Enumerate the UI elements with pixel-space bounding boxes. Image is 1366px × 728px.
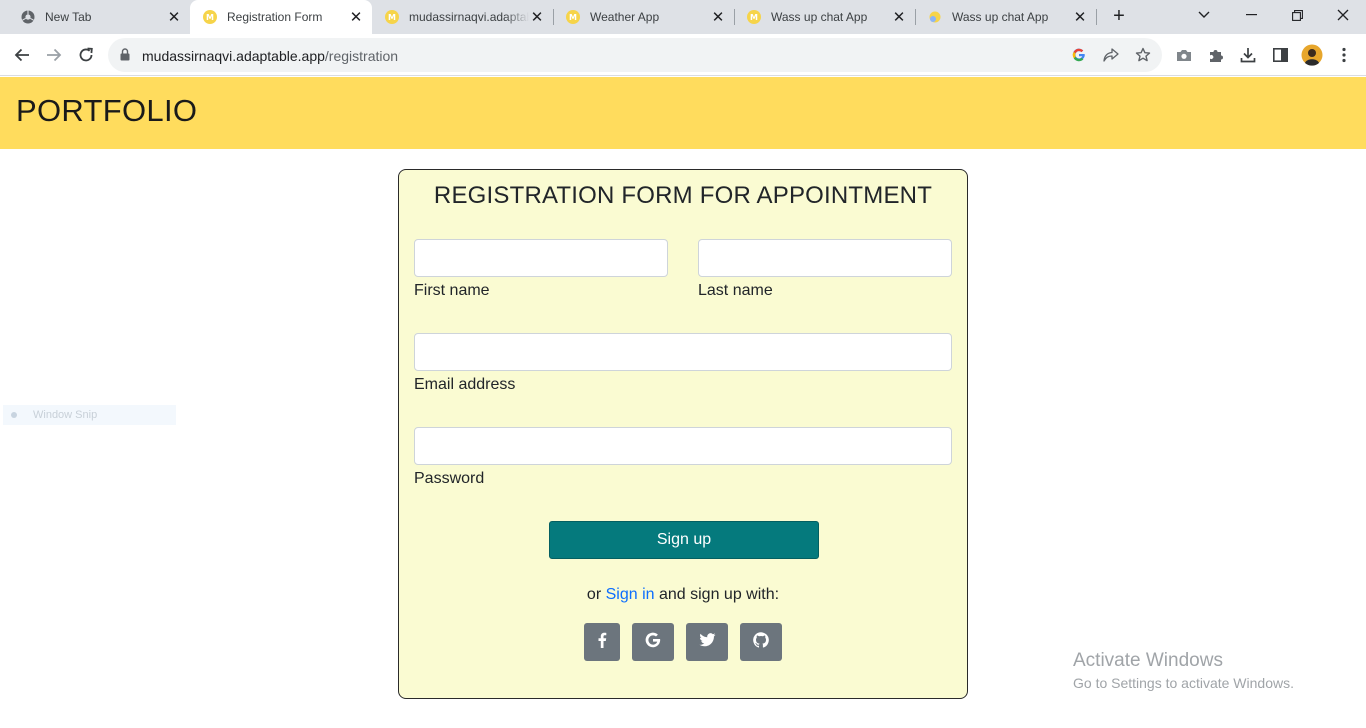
facebook-button[interactable]	[584, 623, 620, 661]
email-group: Email address	[414, 333, 952, 394]
share-icon[interactable]	[1103, 47, 1119, 63]
github-button[interactable]	[740, 623, 782, 661]
google-translate-g-icon[interactable]	[1071, 47, 1087, 63]
activate-subtitle: Go to Settings to activate Windows.	[1073, 675, 1294, 691]
minimize-icon[interactable]	[1228, 0, 1274, 30]
twitter-button[interactable]	[686, 623, 728, 661]
alt-suffix: and sign up with:	[658, 586, 780, 603]
tab-title: Registration Form	[227, 10, 323, 24]
alt-signin-text: or Sign in and sign up with:	[399, 586, 967, 604]
last-name-group: Last name	[698, 239, 952, 300]
camera-icon[interactable]	[1174, 45, 1194, 65]
activate-windows-watermark: Activate Windows Go to Settings to activ…	[1073, 650, 1294, 691]
tab-title: mudassirnaqvi.adaptable.app	[409, 10, 529, 24]
close-icon[interactable]: ✕	[348, 9, 364, 26]
tab-chat-app-2[interactable]: Wass up chat App ✕	[915, 0, 1096, 34]
google-icon	[645, 632, 661, 653]
last-name-input[interactable]	[698, 239, 952, 277]
password-label: Password	[414, 470, 485, 487]
chat-favicon-icon	[927, 9, 943, 25]
side-panel-icon[interactable]	[1270, 45, 1290, 65]
site-brand[interactable]: PORTFOLIO	[16, 93, 197, 129]
close-icon[interactable]: ✕	[166, 9, 182, 26]
sign-in-link[interactable]: Sign in	[606, 586, 655, 603]
email-label: Email address	[414, 376, 516, 393]
tab-search-chevron-icon[interactable]	[1181, 0, 1227, 30]
form-title: REGISTRATION FORM FOR APPOINTMENT	[433, 182, 933, 209]
close-icon[interactable]: ✕	[710, 9, 726, 26]
m-favicon-icon: M	[202, 9, 218, 25]
registration-card: REGISTRATION FORM FOR APPOINTMENT First …	[398, 169, 968, 699]
profile-avatar[interactable]	[1300, 43, 1324, 67]
download-icon[interactable]	[1238, 45, 1258, 65]
email-input[interactable]	[414, 333, 952, 371]
tab-title: Weather App	[590, 10, 660, 24]
tab-registration-form[interactable]: M Registration Form ✕	[190, 0, 372, 34]
browser-toolbar: mudassirnaqvi.adaptable.app/registration	[0, 34, 1366, 76]
m-favicon-icon: M	[746, 9, 762, 25]
password-input[interactable]	[414, 427, 952, 465]
forward-arrow-icon[interactable]	[40, 41, 68, 69]
google-button[interactable]	[632, 623, 674, 661]
last-name-label: Last name	[698, 282, 773, 299]
close-icon[interactable]: ✕	[529, 9, 545, 26]
menu-kebab-icon[interactable]	[1334, 45, 1354, 65]
tab-title: Wass up chat App	[952, 10, 1049, 24]
close-icon[interactable]: ✕	[1072, 9, 1088, 26]
first-name-input[interactable]	[414, 239, 668, 277]
bookmark-star-icon[interactable]	[1135, 47, 1151, 63]
tab-portfolio-site[interactable]: M mudassirnaqvi.adaptable.app ✕	[372, 0, 553, 34]
snip-icon	[11, 412, 17, 418]
tab-chat-app-1[interactable]: M Wass up chat App ✕	[734, 0, 915, 34]
tab-title: Wass up chat App	[771, 10, 868, 24]
tab-new-tab[interactable]: New Tab ✕	[8, 0, 190, 34]
chrome-icon	[20, 9, 36, 25]
alt-prefix: or	[586, 586, 602, 603]
window-snip-overlay: Window Snip	[3, 405, 176, 425]
password-group: Password	[414, 427, 952, 488]
facebook-icon	[597, 632, 607, 653]
address-bar[interactable]: mudassirnaqvi.adaptable.app/registration	[108, 38, 1162, 72]
tab-title: New Tab	[45, 10, 92, 24]
new-tab-plus-icon[interactable]: +	[1108, 6, 1130, 28]
sign-up-button[interactable]: Sign up	[549, 521, 819, 559]
tab-strip: New Tab ✕ M Registration Form ✕ M mudass…	[0, 0, 1366, 34]
tab-separator	[1096, 9, 1097, 25]
snip-label: Window Snip	[33, 409, 98, 421]
reload-icon[interactable]	[72, 41, 100, 69]
close-window-icon[interactable]	[1320, 0, 1366, 30]
url-text: mudassirnaqvi.adaptable.app/registration	[142, 48, 399, 64]
activate-title: Activate Windows	[1073, 650, 1223, 671]
twitter-icon	[699, 632, 716, 652]
extensions-puzzle-icon[interactable]	[1206, 45, 1226, 65]
m-favicon-icon: M	[384, 9, 400, 25]
restore-icon[interactable]	[1274, 0, 1320, 30]
first-name-label: First name	[414, 282, 490, 299]
first-name-group: First name	[414, 239, 668, 300]
lock-icon[interactable]	[120, 48, 130, 66]
m-favicon-icon: M	[565, 9, 581, 25]
site-header: PORTFOLIO	[0, 77, 1366, 149]
github-icon	[753, 631, 769, 653]
tab-weather-app[interactable]: M Weather App ✕	[553, 0, 734, 34]
close-icon[interactable]: ✕	[891, 9, 907, 26]
back-arrow-icon[interactable]	[8, 41, 36, 69]
